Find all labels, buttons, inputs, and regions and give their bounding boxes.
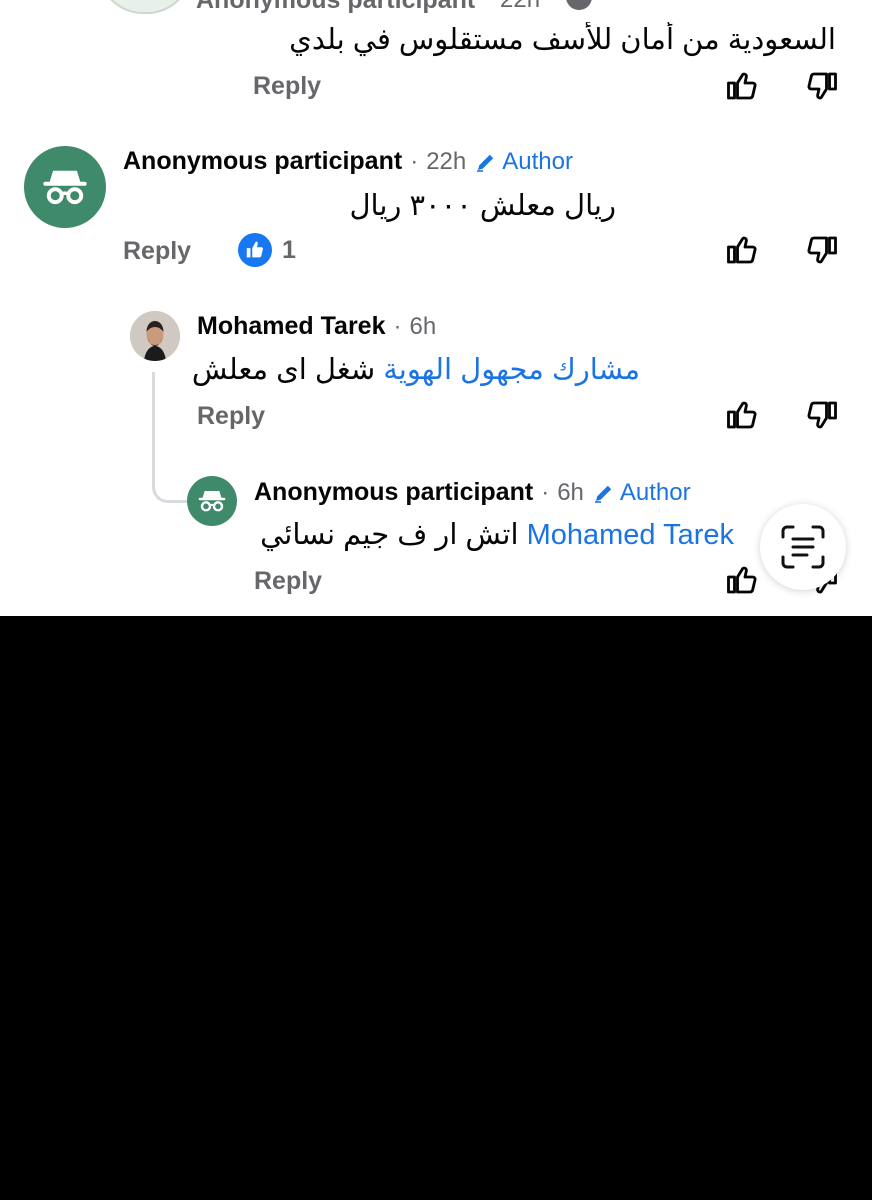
comment-time[interactable]: 6h	[409, 313, 436, 341]
avatar[interactable]	[130, 311, 180, 361]
comment-text-body: اتش ار ف جيم نسائي	[260, 519, 519, 551]
author-badge-label: Author	[619, 478, 691, 506]
pencil-icon	[477, 154, 494, 172]
comment-author[interactable]: Anonymous participant	[196, 0, 475, 15]
comment-author[interactable]: Anonymous participant	[123, 147, 402, 176]
mention-link[interactable]: Mohamed Tarek	[527, 519, 734, 551]
avatar[interactable]	[187, 476, 237, 526]
comment-header: Anonymous participant · 22h Author	[123, 147, 573, 176]
like-icon[interactable]	[724, 397, 760, 438]
text-scan-button[interactable]	[760, 504, 846, 590]
like-count: 1	[282, 235, 296, 264]
reaction-summary[interactable]: 1	[238, 233, 296, 267]
comment-text: السعودية من أمان للأسف مستقلوس في بلدي	[289, 24, 836, 56]
like-icon[interactable]	[724, 562, 760, 603]
info-icon[interactable]	[566, 0, 592, 10]
reply-header: Anonymous participant · 6h Author	[254, 478, 691, 507]
author-badge: Author	[592, 479, 691, 507]
comment-text-body: شغل اى معلش	[191, 354, 376, 386]
comment-time: 22h	[500, 0, 540, 14]
dislike-icon[interactable]	[804, 68, 840, 109]
reply-header: Mohamed Tarek · 6h	[197, 312, 436, 341]
incognito-icon	[43, 170, 87, 205]
reply-button[interactable]: Reply	[123, 237, 191, 266]
like-reaction-icon	[238, 233, 272, 267]
dislike-icon[interactable]	[804, 397, 840, 438]
text-scan-icon	[781, 525, 825, 569]
thread-connector	[152, 372, 187, 503]
reply-button[interactable]: Reply	[197, 402, 265, 431]
dislike-icon[interactable]	[804, 232, 840, 273]
profile-photo-icon	[130, 311, 180, 361]
author-badge-label: Author	[502, 147, 573, 175]
avatar[interactable]	[98, 0, 192, 14]
comment-text: ريال معلش ٣٠٠٠ ريال	[349, 190, 616, 222]
mention-link[interactable]: مشارك مجهول الهوية	[383, 354, 640, 386]
comment-text: Mohamed Tarek اتش ار ف جيم نسائي	[260, 517, 734, 552]
comment-time[interactable]: 22h	[426, 148, 466, 176]
separator-dot: ·	[393, 312, 402, 340]
comment-author[interactable]: Mohamed Tarek	[197, 312, 385, 341]
comment-author[interactable]: Anonymous participant	[254, 478, 533, 507]
reply-button[interactable]: Reply	[254, 567, 322, 596]
like-icon[interactable]	[724, 232, 760, 273]
reply-button[interactable]: Reply	[253, 72, 321, 101]
comment-text: مشارك مجهول الهوية شغل اى معلش	[192, 352, 640, 387]
like-icon[interactable]	[724, 68, 760, 109]
comment-time[interactable]: 6h	[557, 479, 584, 507]
pencil-icon	[594, 485, 612, 503]
avatar[interactable]	[24, 146, 106, 228]
comments-panel: Anonymous participant 22h السعودية من أم…	[0, 0, 872, 616]
separator-dot: ·	[541, 478, 550, 506]
author-badge: Author	[474, 148, 573, 176]
separator-dot: ·	[410, 147, 419, 175]
incognito-icon	[198, 491, 226, 512]
